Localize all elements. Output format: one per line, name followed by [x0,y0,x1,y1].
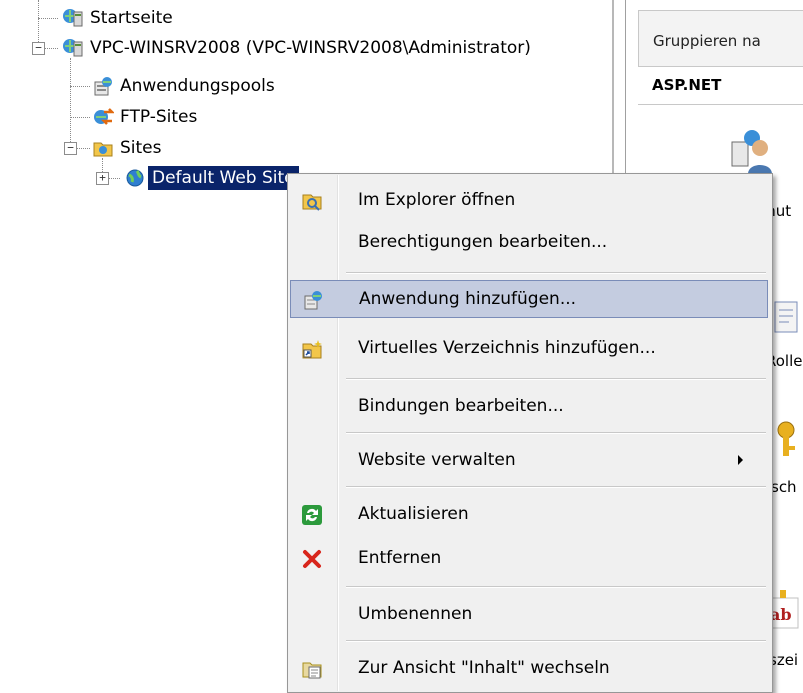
menu-item-edit-permissions[interactable]: Berechtigungen bearbeiten... [290,224,768,262]
ftp-sites-icon [94,108,114,125]
tree-connector [44,48,58,49]
feature-label: szei [769,651,799,669]
add-application-icon [304,291,322,310]
menu-item-label: Entfernen [358,548,442,568]
tree-connector [70,58,71,148]
feature-label: sch [771,478,797,496]
menu-item-manage-website[interactable]: Website verwalten [290,442,768,480]
feature-users-icon[interactable] [730,124,774,174]
menu-item-label: Berechtigungen bearbeiten... [358,232,608,252]
menu-separator [346,378,766,380]
content-view-icon [302,662,322,679]
section-header-label: ASP.NET [652,76,722,94]
expand-toggle-default-site[interactable]: + [96,172,109,185]
menu-item-edit-bindings[interactable]: Bindungen bearbeiten... [290,388,768,426]
svg-text:ab: ab [770,605,792,624]
tree-item-label: Default Web Site [148,166,299,190]
sites-folder-icon [93,142,113,157]
menu-separator [346,432,766,434]
tree-item-application-pools[interactable]: Anwendungspools [92,74,392,98]
section-header-aspnet: ASP.NET [638,66,803,105]
menu-item-label: Anwendung hinzufügen... [359,289,577,309]
menu-item-refresh[interactable]: Aktualisieren [290,496,768,534]
context-menu: Im Explorer öffnen Berechtigungen bearbe… [287,173,773,693]
menu-item-label: Aktualisieren [358,504,469,524]
tree-connector [38,18,58,19]
tree-item-label: FTP-Sites [120,107,198,127]
menu-item-label: Virtuelles Verzeichnis hinzufügen... [358,338,656,358]
menu-item-label: Umbenennen [358,604,473,624]
tree-item-ftp-sites[interactable]: FTP-Sites [92,105,392,129]
tree-connector [108,178,120,179]
menu-item-remove[interactable]: Entfernen [290,540,768,578]
collapse-toggle-sites[interactable]: − [64,142,77,155]
feature-roles-icon[interactable] [771,296,801,336]
menu-item-label: Bindungen bearbeiten... [358,396,564,416]
menu-item-add-application[interactable]: Anwendung hinzufügen... [290,280,768,318]
menu-separator [346,486,766,488]
add-virtual-directory-icon [302,340,322,359]
delete-icon [303,550,321,568]
tree-item-label: Anwendungspools [120,76,275,96]
tree-connector [70,117,90,118]
tree-item-sites[interactable]: Sites [92,136,292,160]
tree-connector [70,86,90,87]
menu-item-open-explorer[interactable]: Im Explorer öffnen [290,182,768,220]
menu-separator [346,640,766,642]
tree-item-label: VPC-WINSRV2008 (VPC-WINSRV2008\Administr… [90,38,531,58]
website-globe-icon [126,169,144,187]
tree-item-server[interactable]: VPC-WINSRV2008 (VPC-WINSRV2008\Administr… [62,36,602,60]
tree-item-label: Sites [120,138,162,158]
home-server-icon [63,9,83,27]
menu-item-switch-content-view[interactable]: Zur Ansicht "Inhalt" wechseln [290,650,768,688]
menu-item-label: Zur Ansicht "Inhalt" wechseln [358,658,610,678]
tree-item-label: Startseite [90,8,173,28]
tree-item-startseite[interactable]: Startseite [62,6,362,30]
menu-item-label: Im Explorer öffnen [358,190,516,210]
application-pools-icon [94,77,112,96]
feature-key-icon[interactable] [771,420,801,460]
menu-separator [346,586,766,588]
group-by-label: Gruppieren na [653,32,761,50]
menu-item-rename[interactable]: Umbenennen [290,596,768,634]
server-icon [63,39,83,57]
menu-separator [346,272,766,274]
menu-item-add-virtual-directory[interactable]: Virtuelles Verzeichnis hinzufügen... [290,330,768,368]
explorer-icon [302,194,322,211]
submenu-arrow-icon [738,455,743,465]
collapse-toggle-server[interactable]: − [32,42,45,55]
refresh-icon [302,505,322,525]
tree-connector [76,148,90,149]
group-by-bar[interactable]: Gruppieren na [638,10,803,67]
menu-item-label: Website verwalten [358,450,516,470]
